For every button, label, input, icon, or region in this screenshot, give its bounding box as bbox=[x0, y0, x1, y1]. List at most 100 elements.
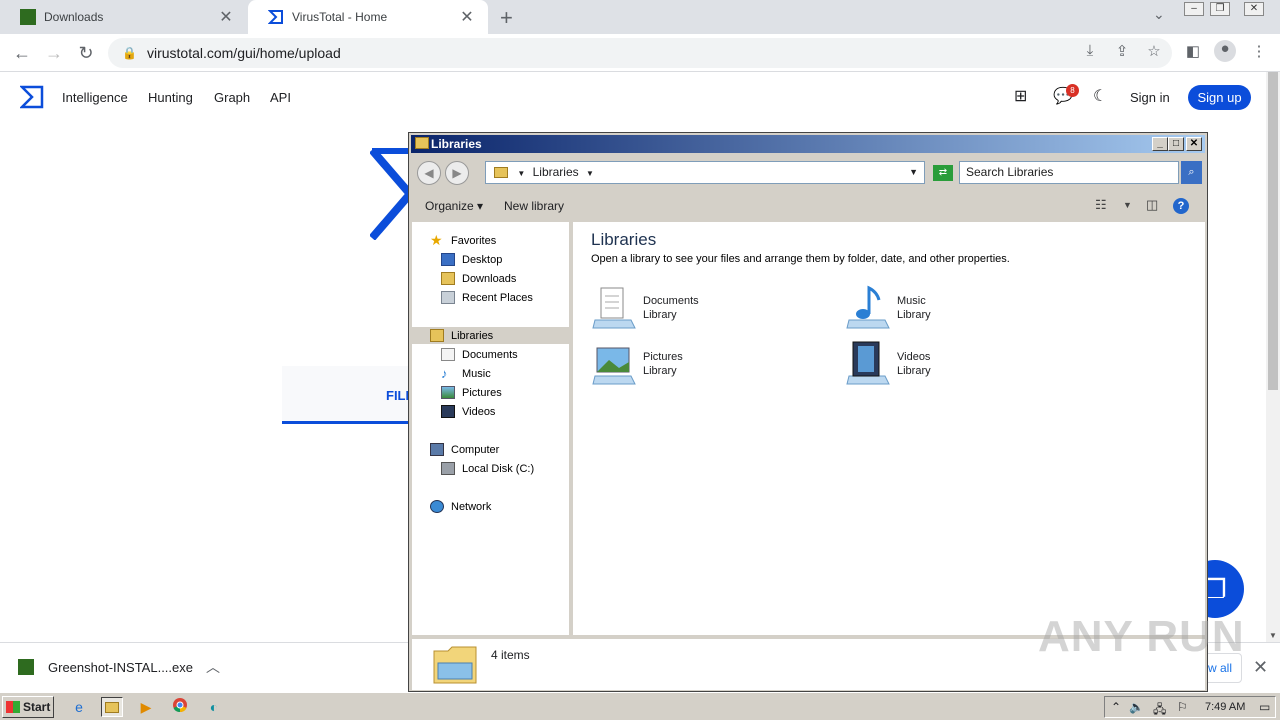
address-dropdown-icon[interactable]: ▼ bbox=[909, 162, 918, 183]
apps-grid-icon[interactable]: ⊞ bbox=[1014, 86, 1027, 106]
nav-videos[interactable]: Videos bbox=[441, 403, 495, 420]
item-count: 4 items bbox=[491, 648, 530, 662]
tab-file[interactable]: FILE bbox=[282, 366, 414, 424]
close-tab-icon[interactable]: ✕ bbox=[217, 7, 235, 27]
menu-kebab-icon[interactable]: ⋮ bbox=[1248, 42, 1270, 60]
library-videos[interactable]: Videos Library bbox=[845, 340, 931, 386]
nav-documents[interactable]: Documents bbox=[441, 346, 518, 363]
anyrun-watermark: ANY RUN bbox=[1038, 612, 1245, 661]
content-pane: Libraries Open a library to see your fil… bbox=[573, 222, 1205, 635]
share-icon[interactable]: ⇪ bbox=[1111, 42, 1133, 60]
libraries-folder-icon bbox=[415, 137, 429, 149]
star-icon: ★ bbox=[430, 232, 443, 248]
reload-icon[interactable]: ↻ bbox=[74, 41, 98, 65]
nav-pictures[interactable]: Pictures bbox=[441, 384, 502, 401]
library-documents[interactable]: Documents Library bbox=[591, 284, 699, 330]
nav-recent-places[interactable]: Recent Places bbox=[441, 289, 533, 306]
sign-up-button[interactable]: Sign up bbox=[1188, 85, 1251, 110]
explorer-window[interactable]: Libraries _ □ ✕ ◀ ▶ ▼ Libraries ▼ ▼ ⇄ Se… bbox=[408, 132, 1208, 692]
back-icon[interactable]: ← bbox=[10, 41, 34, 65]
breadcrumb[interactable]: ▼ Libraries ▼ ▼ bbox=[485, 161, 925, 184]
pictures-library-icon bbox=[592, 347, 636, 385]
forward-icon[interactable]: → bbox=[42, 41, 66, 65]
refresh-go-icon[interactable]: ⇄ bbox=[933, 165, 953, 181]
profile-avatar-icon[interactable]: ● bbox=[1214, 40, 1236, 62]
nav-intelligence[interactable]: Intelligence bbox=[62, 90, 128, 105]
tray-expand-icon[interactable]: ⌃ bbox=[1111, 700, 1121, 714]
chrome-icon[interactable] bbox=[169, 697, 191, 717]
minimize-window-icon[interactable]: – bbox=[1184, 2, 1204, 16]
restore-window-icon[interactable]: ❐ bbox=[1210, 2, 1230, 16]
back-arrow-icon[interactable]: ◀ bbox=[417, 161, 441, 185]
nav-favorites[interactable]: ★ Favorites bbox=[430, 232, 496, 249]
tab-search-chevron-icon[interactable]: ⌄ bbox=[1153, 6, 1165, 23]
search-icon[interactable]: ⌕ bbox=[1181, 161, 1202, 184]
explorer-taskbar-icon[interactable] bbox=[101, 697, 123, 717]
close-window-icon[interactable]: ✕ bbox=[1244, 2, 1264, 16]
tab-virustotal[interactable]: VirusTotal - Home ✕ bbox=[248, 0, 488, 34]
internet-explorer-icon[interactable]: e bbox=[68, 697, 90, 717]
breadcrumb-libraries[interactable]: Libraries bbox=[533, 165, 579, 179]
nav-desktop[interactable]: Desktop bbox=[441, 251, 502, 268]
search-input[interactable]: Search Libraries bbox=[959, 161, 1179, 184]
show-desktop-icon[interactable]: ▭ bbox=[1259, 700, 1270, 714]
nav-local-disk[interactable]: Local Disk (C:) bbox=[441, 460, 534, 477]
clock[interactable]: 7:49 AM bbox=[1205, 701, 1245, 713]
tab-downloads[interactable]: Downloads ✕ bbox=[0, 0, 247, 34]
media-player-icon[interactable]: ▶ bbox=[135, 697, 157, 717]
download-options-chevron-icon[interactable]: ︿ bbox=[206, 657, 220, 677]
scrollbar-thumb[interactable] bbox=[1268, 72, 1278, 390]
close-icon[interactable]: ✕ bbox=[1186, 137, 1202, 151]
sign-in-link[interactable]: Sign in bbox=[1130, 90, 1170, 105]
close-download-bar-icon[interactable]: ✕ bbox=[1253, 657, 1268, 678]
minimize-icon[interactable]: _ bbox=[1152, 137, 1168, 151]
view-options-icon[interactable]: ☷ bbox=[1095, 197, 1107, 213]
page-scrollbar[interactable]: ▼ bbox=[1266, 72, 1280, 642]
library-name: Videos bbox=[897, 351, 931, 363]
nav-network[interactable]: Network bbox=[430, 498, 491, 515]
virustotal-logo-icon[interactable] bbox=[20, 85, 44, 109]
nav-hunting[interactable]: Hunting bbox=[148, 90, 193, 105]
virustotal-favicon-icon bbox=[268, 10, 283, 24]
libraries-large-folder-icon bbox=[433, 646, 477, 684]
scroll-down-icon[interactable]: ▼ bbox=[1268, 631, 1278, 640]
explorer-title-bar[interactable]: Libraries bbox=[411, 135, 1205, 153]
breadcrumb-chevron-icon[interactable]: ▼ bbox=[517, 169, 525, 178]
organize-menu[interactable]: Organize ▾ bbox=[425, 199, 483, 213]
nav-computer[interactable]: Computer bbox=[430, 441, 499, 458]
view-dropdown-icon[interactable]: ▼ bbox=[1123, 200, 1132, 210]
download-filename: Greenshot-INSTAL....exe bbox=[48, 659, 193, 675]
documents-library-icon bbox=[592, 287, 636, 329]
nav-graph[interactable]: Graph bbox=[214, 90, 250, 105]
notification-badge: 8 bbox=[1066, 84, 1079, 97]
edge-icon[interactable]: ◐ bbox=[203, 697, 225, 717]
new-library-button[interactable]: New library bbox=[504, 199, 564, 213]
network-tray-icon[interactable]: 🖧 bbox=[1153, 700, 1166, 721]
close-tab-icon[interactable]: ✕ bbox=[458, 7, 476, 27]
help-icon[interactable]: ? bbox=[1173, 198, 1189, 214]
nav-libraries[interactable]: Libraries bbox=[412, 327, 569, 344]
nav-downloads[interactable]: Downloads bbox=[441, 270, 516, 287]
forward-arrow-icon[interactable]: ▶ bbox=[445, 161, 469, 185]
library-pictures[interactable]: Pictures Library bbox=[591, 340, 683, 386]
maximize-icon[interactable]: □ bbox=[1168, 137, 1184, 151]
url-text: virustotal.com/gui/home/upload bbox=[146, 45, 341, 61]
navigation-pane: ★ Favorites Desktop Downloads Recent Pla… bbox=[412, 222, 569, 635]
dark-mode-icon[interactable]: ☾ bbox=[1093, 86, 1107, 106]
windows-logo-icon bbox=[6, 701, 20, 713]
nav-music[interactable]: ♪ Music bbox=[441, 365, 491, 382]
new-tab-button[interactable]: + bbox=[500, 5, 513, 31]
library-music[interactable]: Music Library bbox=[845, 284, 931, 330]
breadcrumb-sub-chevron-icon[interactable]: ▼ bbox=[586, 169, 594, 178]
install-app-icon[interactable]: ⤓ bbox=[1079, 42, 1101, 59]
download-item[interactable]: Greenshot-INSTAL....exe bbox=[18, 659, 193, 675]
nav-api[interactable]: API bbox=[270, 90, 291, 105]
action-center-flag-icon[interactable]: ⚐ bbox=[1177, 700, 1188, 714]
address-bar[interactable]: 🔒 virustotal.com/gui/home/upload bbox=[108, 38, 1172, 68]
volume-icon[interactable]: 🔈 bbox=[1129, 700, 1144, 714]
preview-pane-icon[interactable]: ◫ bbox=[1146, 197, 1158, 213]
bookmark-star-icon[interactable]: ☆ bbox=[1143, 42, 1165, 60]
page-description: Open a library to see your files and arr… bbox=[591, 253, 1010, 265]
side-panel-icon[interactable]: ◧ bbox=[1182, 42, 1204, 60]
start-button[interactable]: Start bbox=[2, 696, 54, 718]
